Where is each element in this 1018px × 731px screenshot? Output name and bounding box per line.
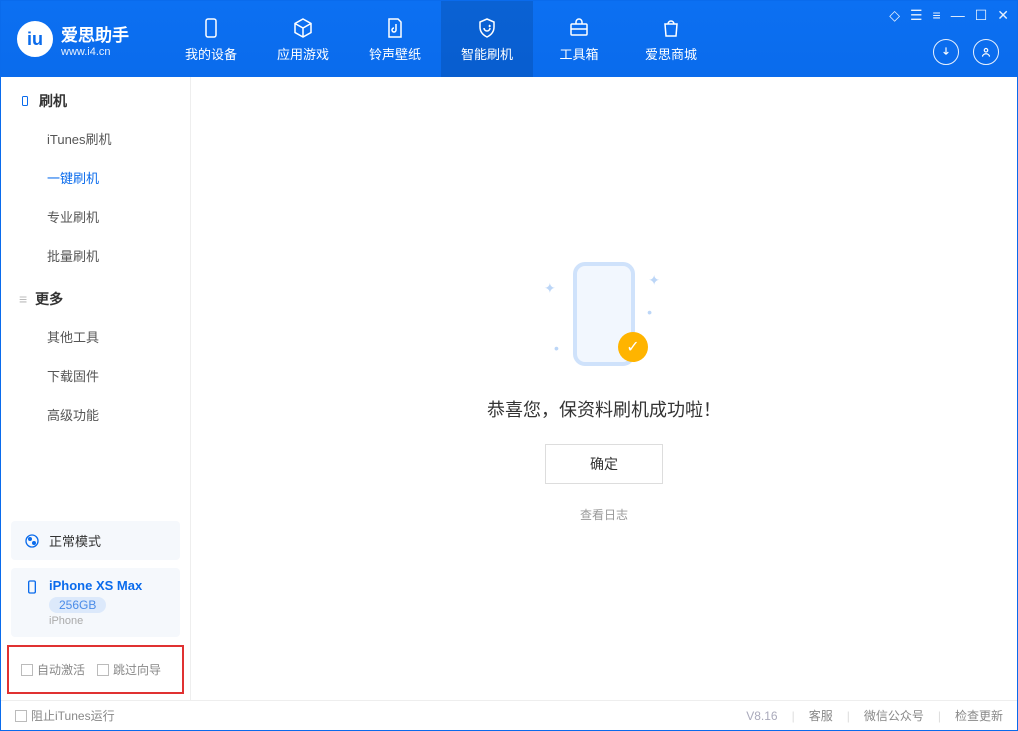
shield-refresh-icon — [475, 16, 499, 40]
sidebar-item-batch-flash[interactable]: 批量刷机 — [1, 236, 190, 275]
settings-icon[interactable]: ☰ — [910, 7, 923, 24]
minimize-icon[interactable]: — — [951, 7, 965, 24]
customer-service-link[interactable]: 客服 — [809, 707, 833, 724]
footer: 阻止iTunes运行 V8.16 | 客服 | 微信公众号 | 检查更新 — [1, 700, 1017, 730]
app-logo-icon: iu — [17, 21, 53, 57]
sparkle-icon: • — [647, 304, 652, 320]
sidebar-item-advanced[interactable]: 高级功能 — [1, 395, 190, 434]
sidebar-item-oneclick-flash[interactable]: 一键刷机 — [1, 158, 190, 197]
version-label: V8.16 — [746, 709, 777, 723]
account-button[interactable] — [973, 39, 999, 65]
tab-toolbox[interactable]: 工具箱 — [533, 1, 625, 77]
device-name: iPhone XS Max — [49, 578, 142, 593]
device-small-icon — [19, 95, 31, 107]
download-button[interactable] — [933, 39, 959, 65]
mode-icon — [23, 532, 41, 550]
auto-activate-checkbox[interactable]: 自动激活 — [21, 661, 85, 678]
view-log-link[interactable]: 查看日志 — [580, 506, 628, 523]
list-icon: ≡ — [19, 291, 27, 307]
logo-area: iu 爱思助手 www.i4.cn — [1, 21, 145, 58]
download-icon — [939, 45, 953, 59]
device-mode-card[interactable]: 正常模式 — [11, 521, 180, 560]
block-itunes-checkbox[interactable]: 阻止iTunes运行 — [15, 707, 115, 724]
tab-my-device[interactable]: 我的设备 — [165, 1, 257, 77]
check-update-link[interactable]: 检查更新 — [955, 707, 1003, 724]
app-title: 爱思助手 — [61, 21, 129, 46]
titlebar-controls: ◇ ☰ ≡ — ☐ ✕ — [889, 7, 1009, 24]
toolbox-icon — [567, 16, 591, 40]
sparkle-icon: ✦ — [544, 280, 556, 297]
sidebar-item-other-tools[interactable]: 其他工具 — [1, 317, 190, 356]
skip-guide-checkbox[interactable]: 跳过向导 — [97, 661, 161, 678]
nav-tabs: 我的设备 应用游戏 铃声壁纸 智能刷机 工具箱 爱思商城 — [165, 1, 717, 77]
device-info-card[interactable]: iPhone XS Max 256GB iPhone — [11, 568, 180, 637]
sidebar-group-flash: 刷机 — [1, 77, 190, 119]
user-icon — [979, 45, 993, 59]
sidebar-item-itunes-flash[interactable]: iTunes刷机 — [1, 119, 190, 158]
header-right-actions — [933, 39, 999, 65]
music-file-icon — [383, 16, 407, 40]
menu-icon[interactable]: ≡ — [933, 7, 941, 24]
success-illustration: ✦ • ✦ • ✓ — [534, 254, 674, 374]
wechat-link[interactable]: 微信公众号 — [864, 707, 924, 724]
success-message: 恭喜您，保资料刷机成功啦！ — [487, 396, 721, 422]
bag-icon — [659, 16, 683, 40]
main-content: ✦ • ✦ • ✓ 恭喜您，保资料刷机成功啦！ 确定 查看日志 — [191, 77, 1017, 700]
tab-ringtones-wallpapers[interactable]: 铃声壁纸 — [349, 1, 441, 77]
close-icon[interactable]: ✕ — [997, 7, 1009, 24]
cube-icon — [291, 16, 315, 40]
app-header: iu 爱思助手 www.i4.cn 我的设备 应用游戏 铃声壁纸 智能刷机 工具… — [1, 1, 1017, 77]
tab-apps-games[interactable]: 应用游戏 — [257, 1, 349, 77]
device-storage: 256GB — [49, 597, 106, 613]
highlighted-checkbox-row: 自动激活 跳过向导 — [7, 645, 184, 694]
sparkle-icon: • — [554, 340, 559, 356]
sidebar-group-more: ≡ 更多 — [1, 275, 190, 317]
phone-icon — [23, 578, 41, 596]
tab-store[interactable]: 爱思商城 — [625, 1, 717, 77]
device-icon — [199, 16, 223, 40]
device-type: iPhone — [49, 615, 142, 627]
tab-smart-flash[interactable]: 智能刷机 — [441, 1, 533, 77]
sidebar: 刷机 iTunes刷机 一键刷机 专业刷机 批量刷机 ≡ 更多 其他工具 下载固… — [1, 77, 191, 700]
sidebar-item-pro-flash[interactable]: 专业刷机 — [1, 197, 190, 236]
sidebar-item-download-firmware[interactable]: 下载固件 — [1, 356, 190, 395]
shirt-icon[interactable]: ◇ — [889, 7, 900, 24]
device-mode-label: 正常模式 — [49, 531, 101, 550]
maximize-icon[interactable]: ☐ — [975, 7, 988, 24]
app-subtitle: www.i4.cn — [61, 46, 129, 58]
check-badge-icon: ✓ — [618, 332, 648, 362]
ok-button[interactable]: 确定 — [545, 444, 663, 484]
sparkle-icon: ✦ — [648, 272, 660, 289]
